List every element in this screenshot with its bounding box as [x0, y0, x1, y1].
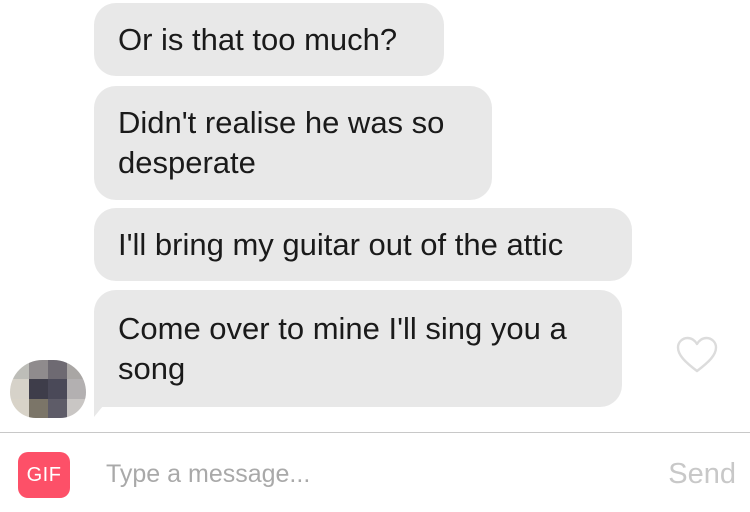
- heart-outline-icon[interactable]: [676, 336, 718, 374]
- message-bubble[interactable]: Didn't realise he was so desperate: [94, 86, 492, 200]
- chat-screen: Or is that too much? Didn't realise he w…: [0, 0, 750, 512]
- message-text: I'll bring my guitar out of the attic: [118, 226, 564, 262]
- message-bubble[interactable]: I'll bring my guitar out of the attic: [94, 208, 632, 281]
- message-bubble[interactable]: Come over to mine I'll sing you a song: [94, 290, 622, 407]
- message-text: Come over to mine I'll sing you a song: [118, 310, 567, 386]
- gif-label: GIF: [26, 463, 62, 486]
- message-text: Didn't realise he was so desperate: [118, 105, 445, 180]
- sender-avatar[interactable]: [10, 360, 86, 418]
- send-button[interactable]: Send: [660, 452, 736, 496]
- message-input[interactable]: [106, 452, 626, 496]
- gif-button[interactable]: GIF: [18, 452, 70, 498]
- send-label: Send: [668, 457, 736, 490]
- message-bubble[interactable]: Or is that too much?: [94, 3, 444, 76]
- composer-divider: [0, 432, 750, 433]
- message-text: Or is that too much?: [118, 21, 398, 57]
